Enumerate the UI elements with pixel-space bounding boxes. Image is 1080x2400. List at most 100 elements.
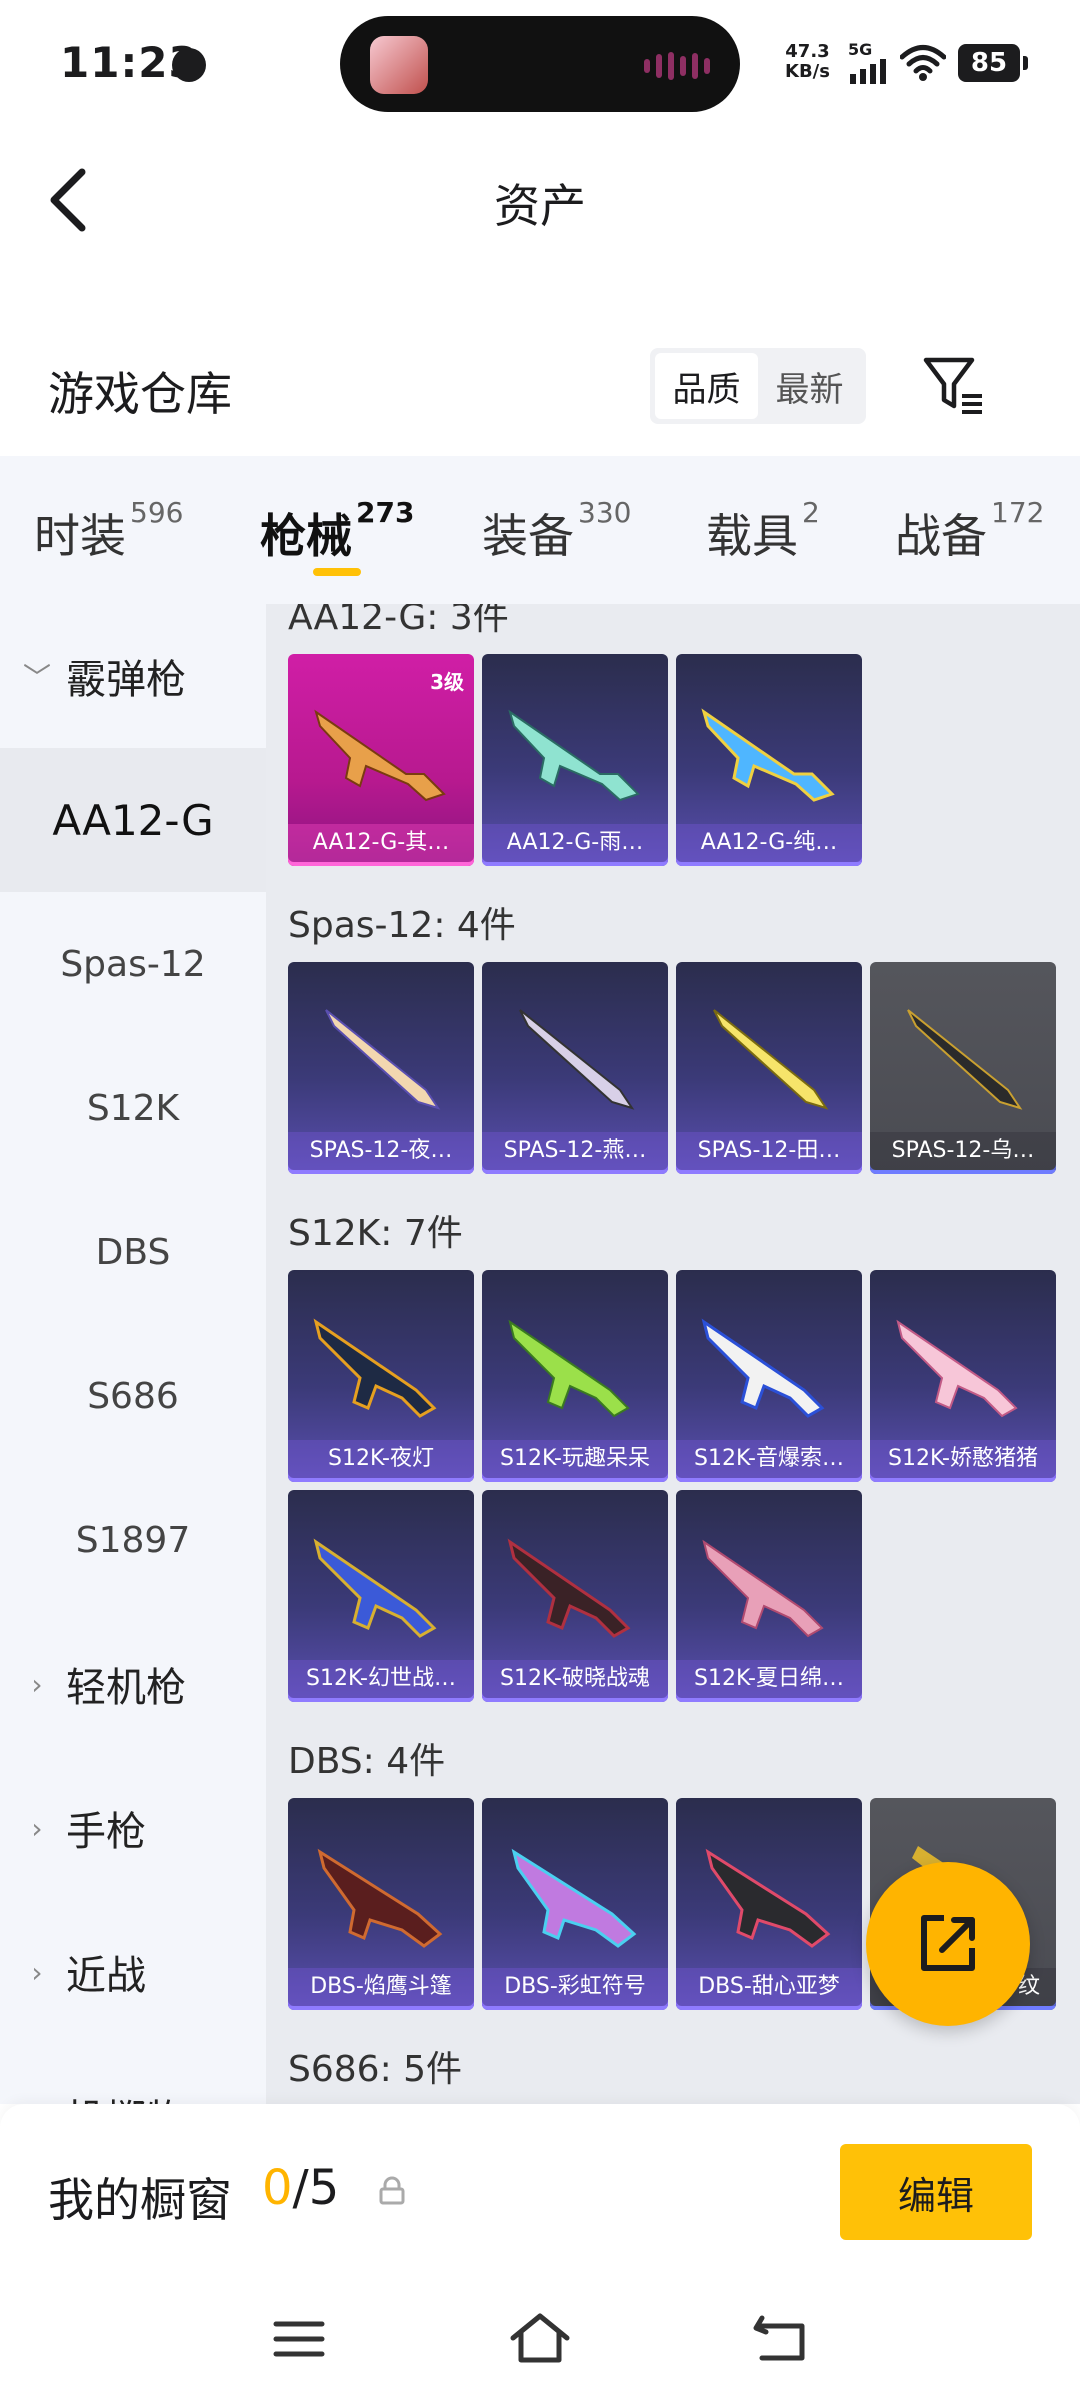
rifle-icon [313, 1318, 437, 1418]
shotgun-icon [511, 1848, 637, 1948]
weapon-card-label: S12K-夏日绵… [676, 1660, 862, 1698]
sidebar-group-label: 近战 [66, 1953, 146, 1999]
tab-vehicles[interactable]: 载具 2 [706, 496, 820, 566]
tab-count: 596 [130, 495, 184, 529]
top-app-bar: 资产 [0, 130, 1080, 260]
weapon-card[interactable]: S12K-玩趣呆呆 [482, 1270, 668, 1482]
dynamic-island[interactable] [340, 16, 740, 112]
shotgun-icon [713, 1009, 829, 1110]
tab-label: 枪械 [260, 509, 352, 563]
weapon-card[interactable]: DBS-焰鹰斗篷 [288, 1798, 474, 2010]
weapon-card-label: S12K-娇憨猪猪 [870, 1440, 1056, 1478]
rifle-icon [313, 1538, 437, 1638]
sidebar-item-s12k[interactable]: S12K [0, 1036, 266, 1180]
network-type: 5G [848, 40, 873, 59]
section-title: S12K: 7件 [288, 1213, 463, 1254]
home-icon[interactable] [505, 2304, 575, 2374]
showcase-total: /5 [292, 2160, 340, 2216]
weapon-card[interactable]: S12K-夏日绵… [676, 1490, 862, 1702]
chevron-right-icon: › [31, 1667, 43, 1701]
weapon-card[interactable]: SPAS-12-田… [676, 962, 862, 1174]
speed-value: 47.3 [785, 41, 830, 62]
page: 11:23 47.3 KB/s 5G 85 资产 游戏仓库 品质 最新 时装 5… [0, 0, 1080, 2400]
weapon-card[interactable]: 3级 AA12-G-其… [288, 654, 474, 866]
system-nav-bar [0, 2284, 1080, 2400]
sidebar-item-aa12g[interactable]: AA12-G [0, 748, 266, 892]
tab-equipment[interactable]: 装备 330 [482, 496, 631, 566]
weapon-card-label: AA12-G-雨… [482, 824, 668, 862]
sidebar-group-melee[interactable]: › 近战 [0, 1900, 266, 2044]
rifle-icon [508, 1319, 630, 1418]
shotgun-icon [705, 1848, 831, 1948]
weapon-card-label: S12K-音爆索… [676, 1440, 862, 1478]
shotgun-icon [701, 708, 835, 802]
showcase-label: 我的橱窗 [48, 2173, 232, 2227]
sidebar-item-s1897[interactable]: S1897 [0, 1468, 266, 1612]
category-tabs: 时装 596 枪械 273 装备 330 载具 2 战备 172 [0, 456, 1080, 604]
weapon-card-label: DBS-甜心亚梦 [676, 1968, 862, 2006]
sidebar-group-shotgun[interactable]: ﹀ 霰弹枪 [0, 604, 266, 748]
chevron-down-icon: ﹀ [22, 661, 51, 694]
weapon-card[interactable]: AA12-G-雨… [482, 654, 668, 866]
app-avatar-icon [370, 36, 428, 94]
showcase-count: 0/5 [262, 2160, 339, 2216]
section-title: AA12-G: 3件 [288, 604, 509, 638]
tab-count: 172 [991, 495, 1045, 529]
sort-newest-button[interactable]: 最新 [758, 353, 861, 419]
active-tab-indicator [313, 568, 361, 576]
signal-icon: 5G [848, 40, 890, 84]
weapon-card-label: SPAS-12-夜… [288, 1132, 474, 1170]
tab-count: 330 [578, 495, 632, 529]
tab-supplies[interactable]: 战备 172 [895, 496, 1044, 566]
section-title: DBS: 4件 [288, 1741, 446, 1782]
weapon-card[interactable]: SPAS-12-乌… [870, 962, 1056, 1174]
menu-icon[interactable] [264, 2304, 334, 2374]
tab-count: 2 [802, 495, 820, 529]
weapon-card[interactable]: S12K-音爆索… [676, 1270, 862, 1482]
weapon-card-label: DBS-彩虹符号 [482, 1968, 668, 2006]
weapon-card[interactable]: S12K-夜灯 [288, 1270, 474, 1482]
share-icon [921, 1915, 975, 1971]
back-icon[interactable] [746, 2304, 816, 2374]
edit-button[interactable]: 编辑 [840, 2144, 1032, 2240]
weapon-card[interactable]: S12K-幻世战… [288, 1490, 474, 1702]
chevron-right-icon: › [31, 1811, 43, 1845]
weapon-card[interactable]: SPAS-12-夜… [288, 962, 474, 1174]
sort-toggle: 品质 最新 [650, 348, 866, 424]
weapon-card[interactable]: DBS-甜心亚梦 [676, 1798, 862, 2010]
weapon-card[interactable]: SPAS-12-燕… [482, 962, 668, 1174]
speed-unit: KB/s [785, 61, 830, 82]
sidebar-item-dbs[interactable]: DBS [0, 1180, 266, 1324]
shotgun-icon [907, 1009, 1023, 1110]
section-title: Spas-12: 4件 [288, 905, 516, 946]
tab-firearms[interactable]: 枪械 273 [260, 496, 414, 566]
sidebar-item-spas12[interactable]: Spas-12 [0, 892, 266, 1036]
filter-icon[interactable] [920, 352, 986, 418]
audio-wave-icon [644, 52, 710, 80]
shotgun-icon [317, 1848, 443, 1948]
weapon-card[interactable]: AA12-G-纯… [676, 654, 862, 866]
weapon-card-label: AA12-G-其… [288, 824, 474, 862]
shotgun-icon [325, 1009, 441, 1110]
sidebar-group-label: 轻机枪 [66, 1665, 186, 1711]
weapon-sidebar: ﹀ 霰弹枪 AA12-G Spas-12 S12K DBS S686 S1897 … [0, 604, 266, 2143]
shotgun-icon [519, 1009, 635, 1110]
network-speed: 47.3 KB/s [785, 42, 830, 82]
weapon-card[interactable]: DBS-彩虹符号 [482, 1798, 668, 2010]
weapon-card-label: S12K-玩趣呆呆 [482, 1440, 668, 1478]
sidebar-group-pistol[interactable]: › 手枪 [0, 1756, 266, 1900]
rifle-icon [701, 1318, 825, 1418]
sidebar-group-lmg[interactable]: › 轻机枪 [0, 1612, 266, 1756]
weapon-card-label: AA12-G-纯… [676, 824, 862, 862]
weapon-card-label: SPAS-12-燕… [482, 1132, 668, 1170]
shotgun-icon [508, 709, 640, 802]
tab-fashion[interactable]: 时装 596 [34, 496, 183, 566]
sidebar-item-s686[interactable]: S686 [0, 1324, 266, 1468]
weapon-card[interactable]: S12K-娇憨猪猪 [870, 1270, 1056, 1482]
lock-icon [379, 2176, 405, 2205]
sort-quality-button[interactable]: 品质 [655, 353, 758, 419]
showcase-bar: 我的橱窗 0/5 编辑 [0, 2104, 1080, 2284]
share-button[interactable] [866, 1862, 1030, 2026]
weapon-card[interactable]: S12K-破晓战魂 [482, 1490, 668, 1702]
tab-label: 载具 [706, 509, 798, 563]
